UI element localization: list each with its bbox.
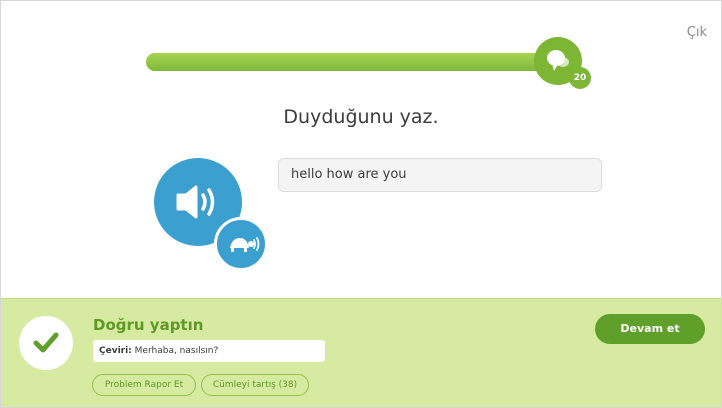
translation-text: Merhaba, nasılsın? <box>134 346 219 356</box>
continue-button[interactable]: Devam et <box>595 314 705 344</box>
streak-badge: 20 <box>569 67 591 89</box>
discuss-sentence-button[interactable]: Cümleyi tartış (38) <box>201 374 309 396</box>
progress-fill <box>146 53 557 71</box>
lesson-screen: Çık 20 Duyduğunu yaz. hello how are you <box>0 0 722 408</box>
speaker-icon <box>176 185 215 219</box>
answer-input[interactable]: hello how are you <box>278 158 602 192</box>
report-problem-button[interactable]: Problem Rapor Et <box>92 374 196 396</box>
turtle-icon <box>230 237 260 252</box>
translation-box: Çeviri: Merhaba, nasılsın? <box>93 340 325 362</box>
speech-bubbles-icon <box>547 50 569 71</box>
challenge-prompt: Duyduğunu yaz. <box>283 106 439 128</box>
progress-bar <box>146 53 578 71</box>
feedback-title: Doğru yaptın <box>93 316 204 334</box>
status-badge <box>19 316 73 370</box>
translation-label: Çeviri: <box>99 346 132 356</box>
slow-audio-button[interactable] <box>214 217 268 271</box>
feedback-panel: Doğru yaptın Çeviri: Merhaba, nasılsın? … <box>1 298 721 407</box>
quit-link[interactable]: Çık <box>687 25 707 40</box>
checkmark-icon <box>33 332 59 353</box>
